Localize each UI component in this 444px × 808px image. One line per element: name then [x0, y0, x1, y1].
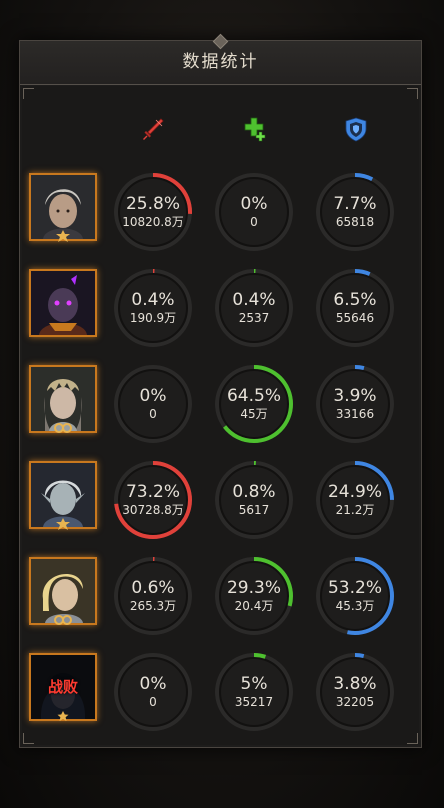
stat-percent: 3.8% — [333, 674, 377, 694]
heal-stat: 64.5% 45万 — [214, 364, 294, 444]
stat-value: 30728.8万 — [122, 503, 184, 517]
hero-portrait[interactable] — [29, 173, 97, 243]
corner-ornament — [23, 88, 34, 99]
tank-stat: 3.9% 33166 — [315, 364, 395, 444]
corner-ornament — [407, 88, 418, 99]
hero-portrait[interactable]: 战败 — [29, 653, 97, 721]
heal-cross-icon — [242, 116, 268, 142]
stat-value: 265.3万 — [129, 599, 177, 613]
heal-stat: 0% 0 — [214, 172, 294, 252]
stat-percent: 29.3% — [226, 578, 281, 598]
stat-value: 45万 — [240, 407, 268, 421]
tank-stat: 6.5% 55646 — [315, 268, 395, 348]
stat-value: 55646 — [335, 311, 375, 325]
stat-value: 33166 — [335, 407, 375, 421]
damage-stat: 73.2% 30728.8万 — [113, 460, 193, 540]
corner-ornament — [23, 733, 34, 744]
defeat-label: 战败 — [47, 678, 78, 696]
stat-value: 45.3万 — [335, 599, 375, 613]
damage-stat: 0.4% 190.9万 — [113, 268, 193, 348]
damage-stat: 0.6% 265.3万 — [113, 556, 193, 636]
heal-stat: 29.3% 20.4万 — [214, 556, 294, 636]
tank-stat: 53.2% 45.3万 — [315, 556, 395, 636]
rank-badge-icon — [53, 613, 73, 627]
stat-percent: 0.4% — [232, 290, 276, 310]
stat-percent: 0.8% — [232, 482, 276, 502]
stat-percent: 73.2% — [125, 482, 180, 502]
damage-stat: 0% 0 — [113, 364, 193, 444]
stat-percent: 0% — [139, 386, 167, 406]
stat-value: 10820.8万 — [122, 215, 184, 229]
stat-value: 20.4万 — [234, 599, 274, 613]
stat-percent: 0% — [240, 194, 268, 214]
rank-badge-icon — [53, 325, 73, 339]
rank-badge-icon — [53, 709, 73, 723]
heal-stat: 0.8% 5617 — [214, 460, 294, 540]
stat-percent: 53.2% — [327, 578, 382, 598]
stat-value: 5617 — [238, 503, 270, 517]
stat-value: 2537 — [238, 311, 270, 325]
heal-stat: 5% 35217 — [214, 652, 294, 732]
rank-badge-icon — [53, 517, 73, 531]
sword-damage-icon — [140, 116, 166, 142]
hero-portrait[interactable] — [29, 557, 97, 625]
corner-ornament — [407, 733, 418, 744]
tank-stat: 24.9% 21.2万 — [315, 460, 395, 540]
stat-percent: 3.9% — [333, 386, 377, 406]
heal-stat: 0.4% 2537 — [214, 268, 294, 348]
stat-percent: 5% — [240, 674, 268, 694]
stat-value: 0 — [149, 695, 157, 709]
stat-value: 21.2万 — [335, 503, 375, 517]
stat-value: 35217 — [234, 695, 274, 709]
damage-stat: 25.8% 10820.8万 — [113, 172, 193, 252]
rank-badge-icon — [53, 421, 73, 435]
rank-badge-icon — [53, 229, 73, 243]
stat-percent: 25.8% — [125, 194, 180, 214]
tank-stat: 7.7% 65818 — [315, 172, 395, 252]
stat-value: 32205 — [335, 695, 375, 709]
stat-percent: 24.9% — [327, 482, 382, 502]
stat-percent: 0.4% — [131, 290, 175, 310]
hero-portrait[interactable] — [29, 269, 97, 337]
shield-icon — [343, 116, 369, 142]
stat-percent: 64.5% — [226, 386, 281, 406]
stat-value: 190.9万 — [129, 311, 177, 325]
stat-percent: 7.7% — [333, 194, 377, 214]
hero-portrait[interactable] — [29, 365, 97, 433]
damage-stat: 0% 0 — [113, 652, 193, 732]
stat-percent: 0.6% — [131, 578, 175, 598]
tank-stat: 3.8% 32205 — [315, 652, 395, 732]
stat-percent: 0% — [139, 674, 167, 694]
stat-value: 65818 — [335, 215, 375, 229]
hero-portrait[interactable] — [29, 461, 97, 531]
stat-percent: 6.5% — [333, 290, 377, 310]
stat-value: 0 — [149, 407, 157, 421]
stat-value: 0 — [250, 215, 258, 229]
